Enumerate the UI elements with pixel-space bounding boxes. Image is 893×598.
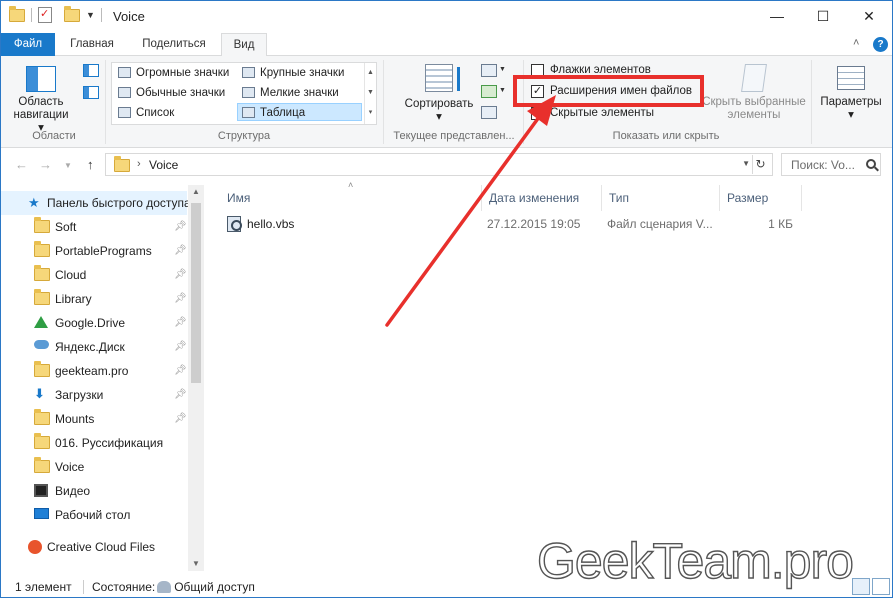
watermark: GeekTeam.pro — [536, 532, 854, 589]
explorer-window: ▼ Voice — ☐ ✕ Файл Главная Поделиться Ви… — [0, 0, 893, 598]
annotation-arrow — [385, 95, 556, 327]
